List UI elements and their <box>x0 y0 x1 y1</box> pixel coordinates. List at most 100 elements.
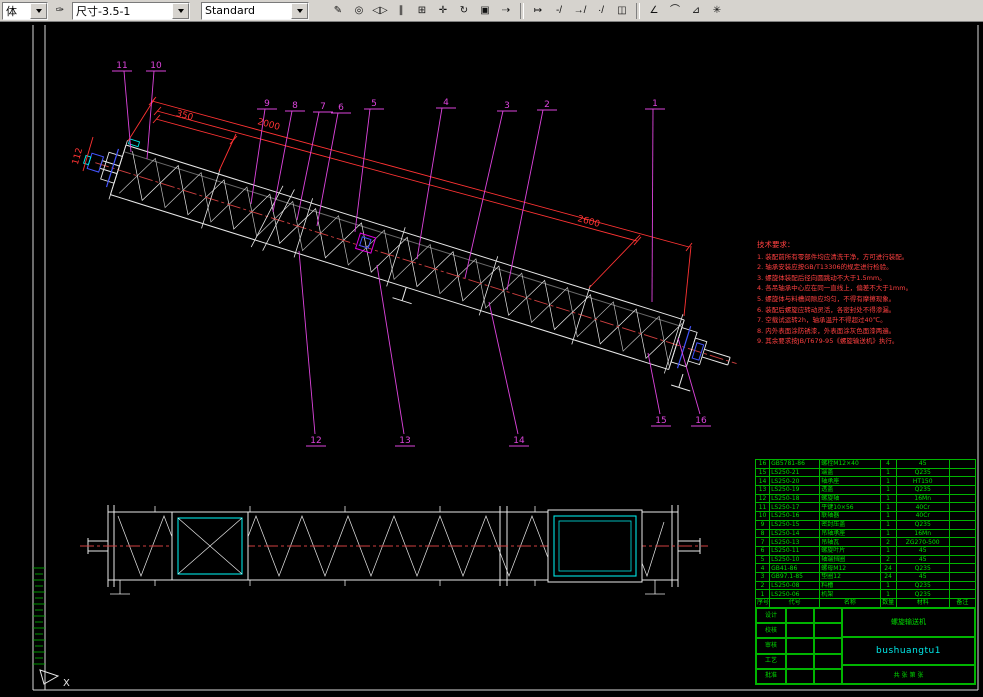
bom-remark <box>949 564 975 573</box>
bom-qty: 1 <box>880 512 896 521</box>
bom-remark <box>949 494 975 503</box>
bom-row: 5 LS250-10 轴端挡圈 2 45 <box>756 555 976 564</box>
balloon-13: 13 <box>377 265 415 446</box>
toolbar-separator <box>636 3 640 19</box>
bom-code: LS250-15 <box>770 520 820 529</box>
bom-row: 14 LS250-20 轴承座 1 HT150 <box>756 477 976 486</box>
stretch-icon[interactable]: ⇢ <box>497 2 515 20</box>
balloon-3: 3 <box>465 101 517 278</box>
bom-row: 4 GB41-86 螺母M12 24 Q235 <box>756 564 976 573</box>
offset-icon[interactable]: ∥ <box>392 2 410 20</box>
bom-material: 40Cr <box>896 503 949 512</box>
bom-name: 平键10×56 <box>820 503 880 512</box>
sheet-note: 共 张 第 张 <box>842 665 975 684</box>
svg-text:11: 11 <box>116 61 127 71</box>
svg-text:4: 4 <box>443 98 449 108</box>
balloon-2: 2 <box>507 100 557 290</box>
dim-combo-arrow-icon[interactable] <box>172 3 189 19</box>
break-icon[interactable]: ◫ <box>613 2 631 20</box>
break-at-point-icon[interactable]: ·/ <box>592 2 610 20</box>
bom-name: 联轴器 <box>820 512 880 521</box>
title-block: 设计 校核 审核 工艺 <box>755 607 976 685</box>
bom-remark <box>949 572 975 581</box>
toolbar: 体 ✑ 尺寸-3.5-1 Standard ✎ ◎ ◁▷ ∥ ⊞ ✛ ↻ ▣ ⇢… <box>0 0 983 22</box>
bom-material: 16Mn <box>896 494 949 503</box>
bom-remark <box>949 512 975 521</box>
bom-remark <box>949 477 975 486</box>
font-combo-arrow-icon[interactable] <box>30 3 47 19</box>
bom-no: 15 <box>756 468 770 477</box>
drawing-title: 螺旋输送机 <box>842 608 975 637</box>
drawing-canvas[interactable]: 2600 2000 350 112 11 10 9 8 7 6 5 4 3 2 … <box>0 22 983 697</box>
side-view <box>80 505 708 594</box>
end-bearing <box>664 324 735 400</box>
bom-name: 螺旋叶片 <box>820 546 880 555</box>
match-properties-icon[interactable]: ✎ <box>329 2 347 20</box>
svg-text:1: 1 <box>652 99 658 109</box>
align-icon[interactable]: ⊿ <box>687 2 705 20</box>
bom-header: 代号 <box>770 599 820 608</box>
dim-style-combo[interactable]: 尺寸-3.5-1 <box>72 2 190 20</box>
scale-icon[interactable]: ▣ <box>476 2 494 20</box>
bom-no: 13 <box>756 486 770 495</box>
dim-edit-icon[interactable]: ✑ <box>51 2 69 20</box>
bom-no: 4 <box>756 564 770 573</box>
note-line: 1. 装配前所有零部件均应清洗干净，方可进行装配。 <box>757 252 969 263</box>
svg-text:10: 10 <box>150 61 162 71</box>
bom-code: LS250-11 <box>770 546 820 555</box>
bom-material: Q235 <box>896 468 949 477</box>
bom-no: 5 <box>756 555 770 564</box>
chamfer-icon[interactable]: ∠ <box>645 2 663 20</box>
font-style-combo[interactable]: 体 <box>2 2 48 20</box>
bom-row: 7 LS250-13 吊轴瓦 2 ZG270-500 <box>756 538 976 547</box>
trim-icon[interactable]: -/ <box>550 2 568 20</box>
balloon-10: 10 <box>146 61 166 159</box>
bom-remark <box>949 529 975 538</box>
text-combo-arrow-icon[interactable] <box>291 3 308 19</box>
bom-header-row: 序号 代号 名称 数量 材料 备注 <box>756 599 976 608</box>
bom-name: 螺栓M12×40 <box>820 460 880 469</box>
bom-qty: 1 <box>880 477 896 486</box>
shaft-centerline <box>95 163 736 364</box>
bom-remark <box>949 520 975 529</box>
bom-remark <box>949 503 975 512</box>
svg-text:2: 2 <box>544 100 550 110</box>
note-line: 7. 空载试运转2h，轴承温升不得超过40℃。 <box>757 315 969 326</box>
extend-icon[interactable]: →/ <box>571 2 589 20</box>
balloon-11: 11 <box>112 61 132 152</box>
bom-qty: 2 <box>880 555 896 564</box>
bom-name: 轴端挡圈 <box>820 555 880 564</box>
bom-qty: 24 <box>880 572 896 581</box>
note-line: 8. 内外表面涂防锈漆，外表面涂灰色面漆两遍。 <box>757 326 969 337</box>
bom-qty: 1 <box>880 503 896 512</box>
text-style-combo[interactable]: Standard <box>201 2 309 20</box>
svg-text:9: 9 <box>264 99 270 109</box>
bom-name: 机架 <box>820 590 880 599</box>
balloon-1: 1 <box>645 99 665 302</box>
bom-name: 料槽 <box>820 581 880 590</box>
copy-icon[interactable]: ◎ <box>350 2 368 20</box>
title-block-main: 螺旋输送机 bushuangtu1 共 张 第 张 <box>842 608 975 684</box>
move-icon[interactable]: ✛ <box>434 2 452 20</box>
dimension-labels: 2600 2000 350 112 <box>71 109 601 230</box>
bom-no: 11 <box>756 503 770 512</box>
bom-material: Q235 <box>896 564 949 573</box>
svg-text:3: 3 <box>504 101 510 111</box>
svg-text:16: 16 <box>695 416 707 426</box>
screw-flights <box>119 151 682 365</box>
bom-header: 名称 <box>820 599 880 608</box>
fillet-icon[interactable]: ⌒ <box>666 2 684 20</box>
mirror-icon[interactable]: ◁▷ <box>371 2 389 20</box>
svg-text:7: 7 <box>320 102 326 112</box>
array-icon[interactable]: ⊞ <box>413 2 431 20</box>
bom-no: 1 <box>756 590 770 599</box>
signature-row: 校核 <box>756 623 842 638</box>
bom-name: 垫圈12 <box>820 572 880 581</box>
rotate-icon[interactable]: ↻ <box>455 2 473 20</box>
explode-icon[interactable]: ✳ <box>708 2 726 20</box>
lengthen-icon[interactable]: ↦ <box>529 2 547 20</box>
bom-row: 15 LS250-21 端盖 1 Q235 <box>756 468 976 477</box>
notes-title: 技术要求： <box>757 240 969 251</box>
bom-material: 40Cr <box>896 512 949 521</box>
bom-header: 数量 <box>880 599 896 608</box>
